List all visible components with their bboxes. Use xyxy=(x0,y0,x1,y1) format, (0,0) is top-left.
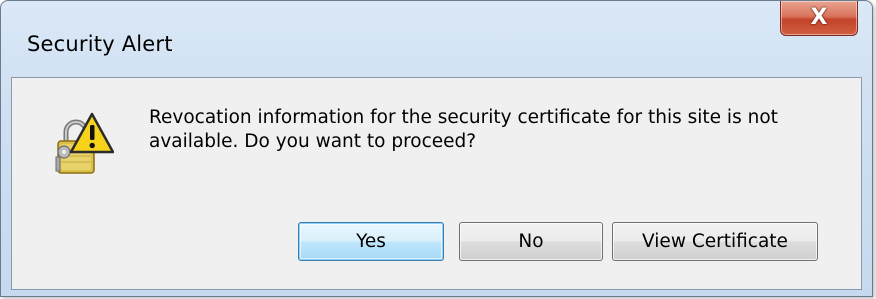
title-bar[interactable]: Security Alert X xyxy=(1,1,872,77)
view-certificate-button[interactable]: View Certificate xyxy=(612,222,818,261)
dialog-body: Revocation information for the security … xyxy=(11,77,862,290)
window-title: Security Alert xyxy=(27,32,173,56)
alert-message: Revocation information for the security … xyxy=(149,107,778,152)
close-button[interactable]: X xyxy=(780,1,858,36)
lock-warning-icon xyxy=(55,112,114,174)
security-alert-dialog: Security Alert X Revocation information … xyxy=(0,0,873,297)
yes-button[interactable]: Yes xyxy=(298,222,444,261)
no-button[interactable]: No xyxy=(459,222,603,261)
close-icon: X xyxy=(810,5,828,30)
